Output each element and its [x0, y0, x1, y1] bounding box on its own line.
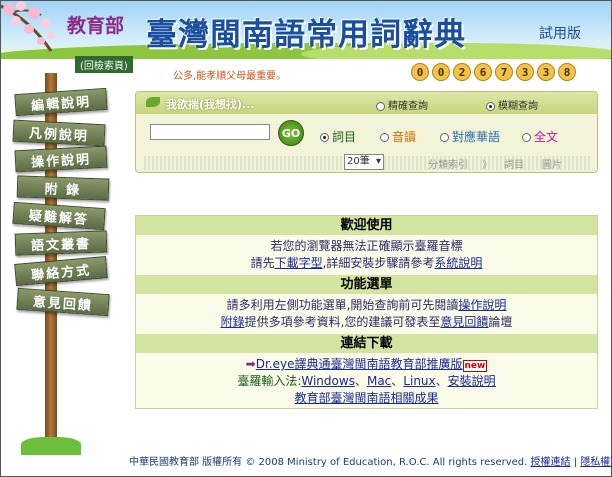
counter-digit: 2	[453, 63, 471, 81]
nav-contact[interactable]: 聯絡方式	[14, 256, 108, 286]
counter-digit: 0	[411, 63, 429, 81]
visitor-counter: 0 0 2 6 7 3 3 8	[411, 63, 576, 81]
arrows-icon: 》	[482, 160, 492, 171]
field-mandarin-option[interactable]: 對應華語	[440, 128, 500, 145]
radio-icon[interactable]	[376, 101, 385, 111]
nav-faq[interactable]: 疑難解答	[12, 201, 106, 231]
feedback-link[interactable]: 意見回饋	[440, 315, 488, 329]
field-entry-option[interactable]: 詞目	[320, 128, 356, 145]
nav-feedback[interactable]: 意見回饋	[16, 287, 110, 317]
function-menu-heading: 功能選單	[136, 275, 597, 294]
cherry-blossom-icon	[1, 1, 55, 52]
license-link[interactable]: 授權連結	[531, 457, 571, 468]
tab-images[interactable]: 圖片	[542, 156, 562, 171]
copyright-text: 中華民國教育部 版權所有 © 2008 Ministry of Educatio…	[129, 457, 528, 468]
ministry-logo-text: 教育部	[67, 15, 125, 37]
counter-digit: 3	[516, 63, 534, 81]
back-to-search-link[interactable]: (回檢索頁)	[75, 56, 133, 73]
appendix-link[interactable]: 附錄	[221, 315, 245, 329]
arrow-right-icon: ➡	[245, 357, 256, 371]
page-size-select[interactable]: 20筆	[344, 154, 384, 170]
footer: 中華民國教育部 版權所有 © 2008 Ministry of Educatio…	[129, 453, 612, 468]
radio-icon[interactable]	[380, 133, 389, 142]
search-input[interactable]	[150, 124, 270, 140]
welcome-line-1: 若您的瀏覽器無法正確顯示臺羅音標	[270, 239, 463, 253]
drye-download-link[interactable]: Dr.eye譯典通臺灣閩南語教育部推廣版	[256, 357, 463, 371]
grass-decoration	[21, 437, 81, 455]
ime-linux-link[interactable]: Linux	[403, 374, 435, 388]
nav-conventions[interactable]: 凡例說明	[12, 119, 106, 147]
nav-language-books[interactable]: 語文叢書	[14, 230, 108, 256]
radio-selected-icon[interactable]	[486, 101, 495, 111]
drye-line: ➡Dr.eye譯典通臺灣閩南語教育部推廣版 new	[136, 356, 597, 373]
privacy-link[interactable]: 隱私權宣告	[580, 457, 612, 468]
trial-version-label: 試用版	[539, 26, 581, 42]
ime-line: 臺羅輸入法:Windows、Mac、Linux、安裝說明	[237, 374, 496, 388]
dictionary-title: 臺灣閩南語常用詞辭典	[146, 17, 466, 53]
download-heading: 連結下載	[136, 334, 597, 353]
nav-editing-notes[interactable]: 編輯說明	[14, 87, 108, 117]
nav-operation-guide[interactable]: 操作說明	[14, 145, 108, 173]
category-index-link[interactable]: 分類索引	[428, 156, 468, 171]
marquee-motto: 公多,能孝順父母最重要。	[173, 71, 287, 82]
info-panel: 歡迎使用 若您的瀏覽器無法正確顯示臺羅音標 請先下載字型,詳細安裝步驟請參考系統…	[135, 215, 598, 409]
system-note-link[interactable]: 系統說明	[434, 256, 482, 270]
ime-mac-link[interactable]: Mac	[367, 374, 391, 388]
mode-exact-option[interactable]: 精確查詢	[376, 97, 428, 112]
ime-windows-link[interactable]: Windows	[301, 374, 355, 388]
field-pronunciation-option[interactable]: 音讀	[380, 128, 416, 145]
search-panel: 我欲揣(我想找)... 精確查詢 模糊查詢 GO 詞目 音讀 對應華語 全文 2…	[135, 91, 598, 173]
banner: 教育部 臺灣閩南語常用詞辭典 試用版	[1, 1, 611, 59]
counter-digit: 0	[432, 63, 450, 81]
counter-digit: 7	[495, 63, 513, 81]
download-font-link[interactable]: 下載字型	[275, 256, 323, 270]
go-button[interactable]: GO	[278, 120, 304, 146]
function-line-1: 請多利用左側功能選單,開始查詢前可先閱讀操作說明	[226, 298, 507, 312]
function-line-2: 附錄提供多項參考資料,您的建議可發表至意見回饋論壇	[220, 315, 513, 329]
radio-icon[interactable]	[440, 133, 449, 142]
welcome-heading: 歡迎使用	[136, 216, 597, 235]
search-header-label: 我欲揣(我想找)...	[166, 98, 255, 111]
new-badge: new	[462, 360, 488, 372]
counter-digit: 8	[558, 63, 576, 81]
welcome-line-2: 請先下載字型,詳細安裝步驟請參考系統說明	[250, 256, 483, 270]
search-header: 我欲揣(我想找)... 精確查詢 模糊查詢	[136, 92, 597, 114]
radio-icon[interactable]	[522, 133, 531, 142]
moe-results-link[interactable]: 教育部臺灣閩南語相關成果	[294, 391, 438, 405]
tab-entries[interactable]: 詞目	[504, 156, 524, 171]
radio-selected-icon[interactable]	[320, 133, 329, 142]
counter-digit: 3	[537, 63, 555, 81]
results-line: 教育部臺灣閩南語相關成果	[136, 390, 597, 407]
field-fulltext-option[interactable]: 全文	[522, 128, 558, 145]
mode-fuzzy-option[interactable]: 模糊查詢	[486, 97, 538, 112]
operation-guide-link[interactable]: 操作說明	[458, 298, 506, 312]
footer-separator: |	[573, 457, 578, 468]
nav-appendix[interactable]: 附 錄	[16, 175, 110, 201]
leaf-icon	[146, 97, 160, 107]
ime-install-link[interactable]: 安裝說明	[448, 374, 496, 388]
counter-digit: 6	[474, 63, 492, 81]
